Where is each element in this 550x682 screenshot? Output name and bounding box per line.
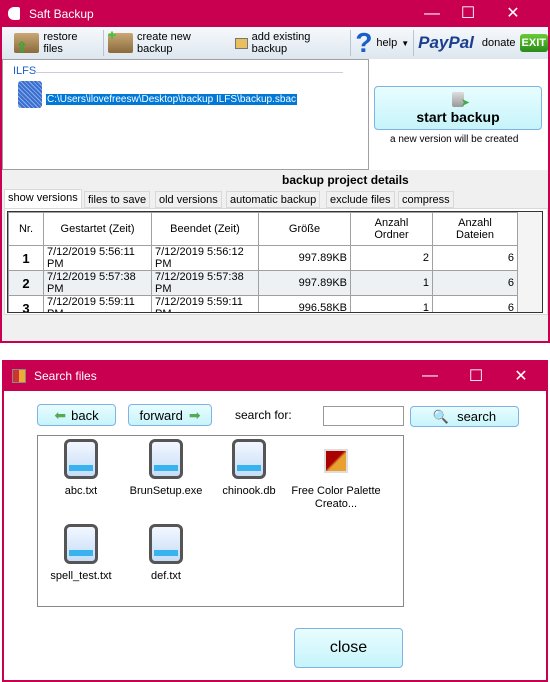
tab-files-to-save[interactable]: files to save [84,191,151,208]
divider [35,72,343,73]
file-item[interactable]: def.txt [126,524,206,583]
search-for-label: search for: [235,408,292,422]
table-row[interactable]: 2 7/12/2019 5:57:38 PM 7/12/2019 5:57:38… [8,270,518,296]
header-started[interactable]: Gestartet (Zeit) [43,212,152,246]
restore-files-button[interactable]: ⇧ restore files [10,28,103,58]
file-icon [232,439,266,479]
close-window-button[interactable]: ✕ [511,366,531,386]
toolbar: ⇧ restore files + create new backup add … [2,27,548,59]
exit-button[interactable]: EXIT [519,34,548,52]
close-button-search[interactable]: close [294,628,403,668]
file-item[interactable]: spell_test.txt [41,524,121,583]
file-icon [64,524,98,564]
group-label: ILFS [13,65,37,77]
project-panel: ILFS C:\Users\ilovefreesw\Desktop\backup… [2,59,369,170]
search-input[interactable] [323,406,404,426]
forward-button[interactable]: forward ➡ [128,404,212,426]
header-size[interactable]: Größe [258,212,351,246]
create-box-icon: + [107,27,133,53]
donate-button[interactable]: PayPal donate [414,28,519,58]
tab-compress[interactable]: compress [398,191,454,208]
title-bar: Saft Backup — ☐ ✕ [0,0,550,27]
arrow-left-icon: ⬅ [54,406,67,423]
start-backup-button[interactable]: ➤ start backup [374,86,542,130]
file-item[interactable]: BrunSetup.exe [126,439,206,498]
file-item[interactable]: Free Color Palette Creato... [288,449,384,511]
file-list: abc.txt BrunSetup.exe chinook.db Free Co… [37,435,404,607]
file-icon [149,439,183,479]
app-icon [8,7,20,20]
chevron-down-icon: ▼ [401,38,410,48]
table-header: Nr. Gestartet (Zeit) Beendet (Zeit) Größ… [8,212,518,246]
create-new-backup-button[interactable]: + create new backup [104,27,231,58]
table-row[interactable]: 1 7/12/2019 5:56:11 PM 7/12/2019 5:56:12… [8,245,518,271]
restore-box-icon: ⇧ [14,33,40,55]
header-ended[interactable]: Beendet (Zeit) [151,212,259,246]
magnifier-icon: 🔍 [432,408,450,424]
file-icon [149,524,183,564]
search-title-bar: Search files — ☐ ✕ [2,360,548,391]
search-app-icon [12,368,26,383]
versions-grid: Nr. Gestartet (Zeit) Beendet (Zeit) Größ… [7,211,543,313]
action-panel: ➤ start backup a new version will be cre… [369,59,548,170]
file-icon [64,439,98,479]
add-existing-backup-button[interactable]: add existing backup [231,28,350,58]
file-item[interactable]: chinook.db [209,439,289,498]
header-folders[interactable]: Anzahl Ordner [350,212,433,246]
tab-panel: Nr. Gestartet (Zeit) Beendet (Zeit) Größ… [4,208,548,315]
back-button[interactable]: ⬅ back [37,404,116,426]
backup-file-icon [18,81,42,108]
backup-doc-icon: ➤ [452,91,470,109]
file-item[interactable]: abc.txt [41,439,121,498]
header-files[interactable]: Anzahl Dateien [432,212,518,246]
details-title: backup project details [282,173,409,187]
tab-show-versions[interactable]: show versions [4,189,82,208]
palette-app-icon [324,449,348,473]
help-icon: ? [355,27,373,58]
tab-exclude-files[interactable]: exclude files [326,191,395,208]
paypal-logo: PayPal [418,33,474,52]
tab-automatic-backup[interactable]: automatic backup [226,191,321,208]
start-backup-caption: a new version will be created [390,134,519,145]
window-title: Saft Backup [29,6,94,21]
tab-old-versions[interactable]: old versions [155,191,222,208]
minimize-button[interactable]: — [420,367,440,385]
minimize-button[interactable]: — [422,5,442,23]
backup-path[interactable]: C:\Users\ilovefreesw\Desktop\backup ILFS… [46,94,297,105]
search-button[interactable]: 🔍 search [410,406,519,427]
maximize-button[interactable]: ☐ [458,3,478,23]
maximize-button[interactable]: ☐ [466,366,486,386]
table-row[interactable]: 3 7/12/2019 5:59:11 PM 7/12/2019 5:59:11… [8,295,518,312]
folder-icon [234,37,248,49]
close-button[interactable]: ✕ [503,3,523,23]
help-dropdown[interactable]: ? help ▼ [351,28,413,58]
header-nr[interactable]: Nr. [8,212,44,246]
arrow-right-icon: ➡ [188,406,201,423]
search-window-title: Search files [34,368,97,383]
